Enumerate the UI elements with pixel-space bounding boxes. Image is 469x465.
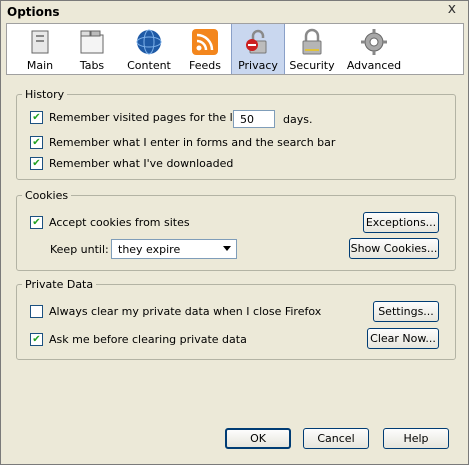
- keep-until-label: Keep until:: [50, 243, 109, 256]
- ok-button[interactable]: OK: [225, 428, 291, 449]
- close-icon[interactable]: x: [448, 1, 456, 17]
- tab-advanced[interactable]: Advanced: [343, 24, 405, 74]
- remember-visited-checkbox[interactable]: ✔: [30, 111, 43, 124]
- ask-before-checkbox[interactable]: ✔: [30, 333, 43, 346]
- tab-main[interactable]: Main: [15, 24, 65, 74]
- tabs-icon: [80, 30, 104, 54]
- remember-visited-row: ✔ Remember visited pages for the last: [30, 111, 250, 124]
- tab-feeds[interactable]: Feeds: [181, 24, 229, 74]
- privacy-icon: [246, 29, 267, 54]
- chevron-down-icon: [223, 246, 231, 251]
- lock-icon: [302, 28, 322, 55]
- gear-icon: [361, 29, 387, 55]
- settings-button[interactable]: Settings...: [373, 301, 439, 322]
- tab-tabs[interactable]: Tabs: [67, 24, 117, 74]
- ask-before-label: Ask me before clearing private data: [49, 333, 247, 346]
- remember-downloads-checkbox[interactable]: ✔: [30, 157, 43, 170]
- tab-content[interactable]: Content: [119, 24, 179, 74]
- remember-forms-row: ✔ Remember what I enter in forms and the…: [30, 136, 335, 149]
- tab-advanced-label: Advanced: [346, 59, 402, 72]
- tab-content-label: Content: [127, 59, 171, 72]
- main-icon: [31, 30, 49, 54]
- remember-forms-label: Remember what I enter in forms and the s…: [49, 136, 336, 149]
- help-button[interactable]: Help: [383, 428, 449, 449]
- days-label: days.: [283, 113, 313, 126]
- tab-tabs-label: Tabs: [79, 59, 105, 72]
- exceptions-button[interactable]: Exceptions...: [363, 212, 439, 233]
- history-legend: History: [25, 88, 65, 101]
- always-clear-checkbox[interactable]: [30, 305, 43, 318]
- options-window: Options x Main Tabs Content Feeds Privac…: [0, 0, 469, 465]
- tab-feeds-label: Feeds: [189, 59, 221, 72]
- history-days-input[interactable]: 50: [233, 110, 275, 128]
- keep-until-select[interactable]: they expire: [111, 239, 237, 259]
- tab-privacy-label: Privacy: [238, 59, 278, 72]
- remember-visited-label: Remember visited pages for the last: [49, 111, 250, 124]
- title-bar: Options x: [1, 1, 468, 23]
- remember-downloads-label: Remember what I've downloaded: [49, 157, 234, 170]
- remember-forms-checkbox[interactable]: ✔: [30, 136, 43, 149]
- window-title: Options: [7, 5, 60, 19]
- globe-icon: [136, 29, 162, 55]
- ask-before-row: ✔ Ask me before clearing private data: [30, 333, 247, 346]
- tab-main-label: Main: [26, 59, 54, 72]
- cancel-button[interactable]: Cancel: [303, 428, 369, 449]
- always-clear-row: Always clear my private data when I clos…: [30, 305, 321, 318]
- clear-now-button[interactable]: Clear Now...: [367, 328, 439, 349]
- rss-icon: [192, 29, 218, 55]
- private-data-legend: Private Data: [25, 278, 94, 291]
- tab-security-label: Security: [289, 59, 335, 72]
- keep-until-value: they expire: [118, 242, 181, 256]
- tab-security[interactable]: Security: [287, 24, 337, 74]
- accept-cookies-checkbox[interactable]: ✔: [30, 216, 43, 229]
- tab-privacy[interactable]: Privacy: [231, 24, 285, 74]
- accept-cookies-row: ✔ Accept cookies from sites: [30, 216, 190, 229]
- accept-cookies-label: Accept cookies from sites: [49, 216, 190, 229]
- cookies-legend: Cookies: [25, 189, 69, 202]
- remember-downloads-row: ✔ Remember what I've downloaded: [30, 157, 233, 170]
- tab-toolbar: Main Tabs Content Feeds Privacy Security…: [6, 23, 464, 75]
- always-clear-label: Always clear my private data when I clos…: [49, 305, 322, 318]
- show-cookies-button[interactable]: Show Cookies...: [349, 238, 439, 259]
